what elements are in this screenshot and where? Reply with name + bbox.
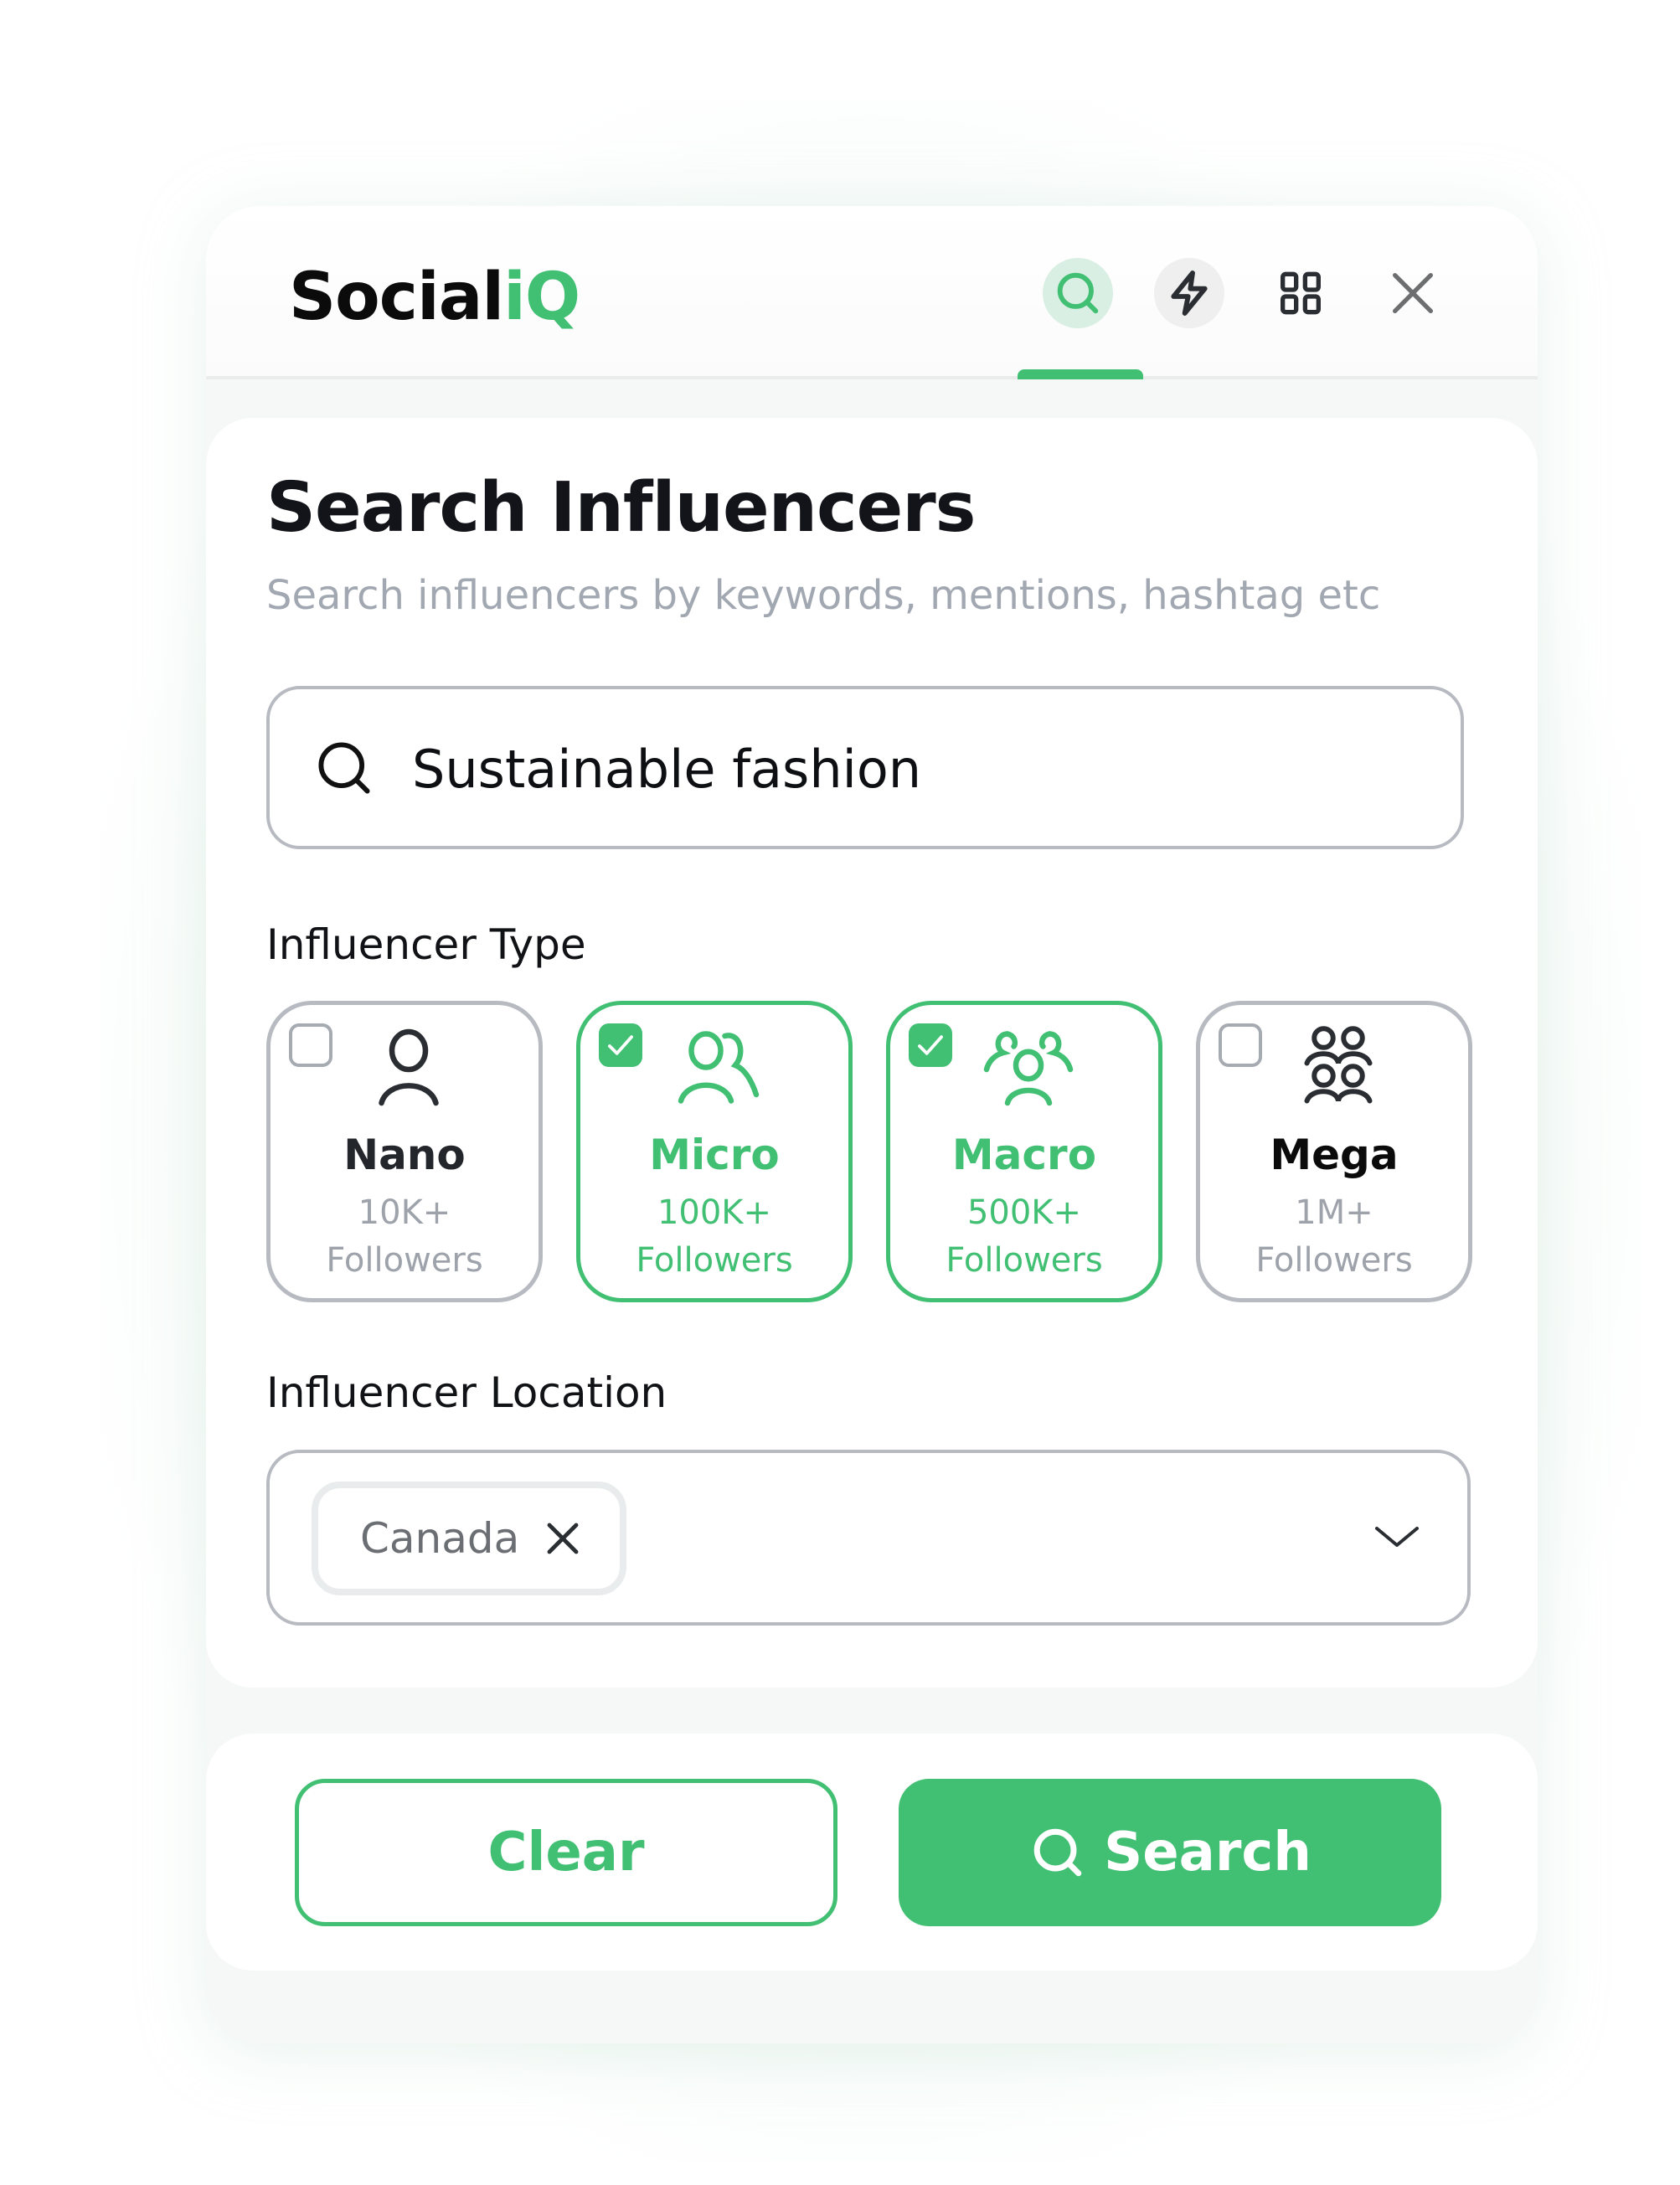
- clear-button[interactable]: Clear: [295, 1779, 837, 1926]
- type-unit: Followers: [326, 1241, 483, 1280]
- type-name: Nano: [343, 1131, 466, 1179]
- location-select[interactable]: Canada: [266, 1450, 1471, 1626]
- type-card-macro[interactable]: Macro 500K+ Followers: [886, 1001, 1162, 1302]
- type-card-micro[interactable]: Micro 100K+ Followers: [576, 1001, 853, 1302]
- header: SocialiQ: [206, 206, 1538, 379]
- influencer-type-options: Nano 10K+ Followers Micro 100K+ Follower…: [266, 1001, 1472, 1302]
- bolt-icon: [1171, 271, 1208, 316]
- location-chip-label: Canada: [360, 1514, 520, 1563]
- check-icon: [918, 1035, 943, 1055]
- nano-checkbox[interactable]: [289, 1023, 332, 1067]
- keyword-search-field[interactable]: [266, 686, 1464, 849]
- page-subtitle: Search influencers by keywords, mentions…: [266, 572, 1381, 619]
- type-count: 10K+: [358, 1193, 451, 1232]
- mega-checkbox[interactable]: [1219, 1023, 1262, 1067]
- close-icon: [1393, 273, 1433, 313]
- search-icon: [1057, 272, 1099, 314]
- type-unit: Followers: [1255, 1241, 1413, 1280]
- page-title: Search Influencers: [266, 468, 976, 548]
- search-button[interactable]: Search: [899, 1779, 1441, 1926]
- check-icon: [608, 1035, 633, 1055]
- chevron-down-icon[interactable]: [1372, 1520, 1422, 1554]
- type-count: 1M+: [1295, 1193, 1373, 1232]
- type-count: 100K+: [657, 1193, 772, 1232]
- search-icon: [318, 742, 370, 794]
- macro-checkbox[interactable]: [909, 1023, 952, 1067]
- header-apps-button[interactable]: [1265, 258, 1336, 328]
- clear-button-label: Clear: [487, 1822, 645, 1884]
- header-search-button[interactable]: [1043, 258, 1113, 328]
- remove-chip-icon[interactable]: [543, 1518, 583, 1559]
- search-panel: SocialiQ Search Influencers Search influ…: [206, 206, 1538, 2043]
- logo-text: Social: [289, 260, 504, 335]
- header-bolt-button[interactable]: [1154, 258, 1224, 328]
- users-four-icon: [1304, 1026, 1373, 1104]
- search-button-label: Search: [1104, 1822, 1312, 1884]
- influencer-type-label: Influencer Type: [266, 920, 586, 969]
- type-name: Macro: [951, 1131, 1097, 1179]
- type-card-nano[interactable]: Nano 10K+ Followers: [266, 1001, 543, 1302]
- keyword-search-input[interactable]: [412, 723, 1400, 815]
- user-icon: [379, 1028, 439, 1106]
- logo-accent: iQ: [503, 260, 580, 335]
- type-unit: Followers: [636, 1241, 793, 1280]
- user-group-icon: [983, 1031, 1074, 1106]
- influencer-location-label: Influencer Location: [266, 1368, 667, 1417]
- logo: SocialiQ: [289, 260, 580, 335]
- action-bar: Clear Search: [206, 1734, 1538, 1971]
- type-name: Micro: [649, 1131, 780, 1179]
- type-card-mega[interactable]: Mega 1M+ Followers: [1196, 1001, 1472, 1302]
- active-tab-indicator: [1018, 369, 1143, 379]
- header-close-button[interactable]: [1378, 258, 1448, 328]
- search-form-card: Search Influencers Search influencers by…: [206, 418, 1538, 1688]
- search-icon: [1033, 1828, 1082, 1877]
- grid-icon: [1281, 271, 1321, 315]
- micro-checkbox[interactable]: [599, 1023, 642, 1067]
- type-unit: Followers: [946, 1241, 1103, 1280]
- location-chip: Canada: [312, 1482, 626, 1595]
- type-count: 500K+: [966, 1193, 1082, 1232]
- type-name: Mega: [1270, 1131, 1399, 1179]
- users-icon: [678, 1031, 760, 1104]
